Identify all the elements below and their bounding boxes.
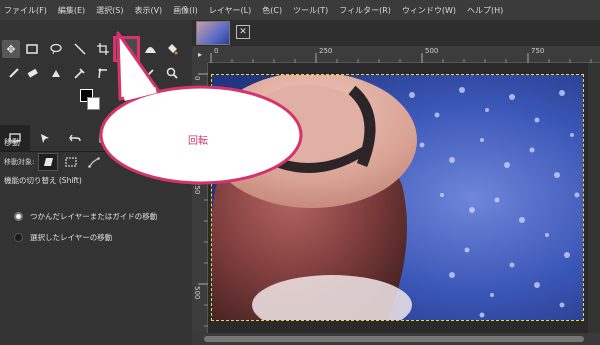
image-thumbnail[interactable] [196,21,230,45]
menu-tools[interactable]: ツール(T) [293,5,328,16]
menu-select[interactable]: 選択(S) [96,5,123,16]
radio-on-indicator[interactable] [14,211,23,221]
rect-select-icon[interactable] [23,40,41,58]
lasso-icon[interactable] [47,40,65,58]
horizontal-scrollbar[interactable] [192,333,600,345]
vertical-scrollbar[interactable] [588,63,600,333]
ruler-left[interactable]: 0 250 500 [192,63,208,333]
menu-filters[interactable]: フィルター(R) [339,5,391,16]
ruler-top-label-750: 750 [531,47,545,55]
callout-label: 回転 [188,136,208,147]
menu-image[interactable]: 画像(I) [173,5,198,16]
radio-active-layer[interactable]: 選択したレイヤーの移動 [14,230,112,244]
clone-icon[interactable] [47,64,65,82]
paint-icon[interactable] [5,64,23,82]
close-icon[interactable]: ✕ [236,25,250,39]
ruler-top-label-0: 0 [214,47,219,55]
images-tab[interactable] [90,125,120,151]
scrollbar-thumb[interactable] [204,336,584,342]
eraser-icon[interactable] [23,64,41,82]
tool-options-title: 移動 [4,138,20,147]
color-swatches[interactable] [80,89,104,113]
fuzzy-select-icon[interactable] [71,40,89,58]
ruler-top-label-250: 250 [319,47,333,55]
text-icon[interactable]: A [116,64,134,82]
ruler-top[interactable]: 0 250 500 750 [208,46,600,63]
bucket-fill-icon[interactable] [163,40,181,58]
move-target-row: 移動対象: [4,152,107,172]
device-status-tab[interactable] [30,125,60,151]
ruler-corner-icon[interactable]: ▸ [192,46,208,63]
move-path-toggle[interactable] [84,153,104,171]
menu-view[interactable]: 表示(V) [134,5,162,16]
ruler-left-label-250: 250 [193,181,201,195]
menu-edit[interactable]: 編集(E) [58,5,85,16]
radio-off-indicator[interactable] [14,232,23,242]
gimp-window: ファイル(F) 編集(E) 選択(S) 表示(V) 画像(I) レイヤー(L) … [0,0,600,345]
move-selection-toggle[interactable] [61,153,81,171]
menu-layer[interactable]: レイヤー(L) [209,5,251,16]
move-icon[interactable]: ✥ [2,40,20,58]
image-tabs: ✕ [192,20,600,46]
move-target-label: 移動対象: [4,158,35,166]
background-color-swatch[interactable] [87,97,100,110]
move-layer-toggle[interactable] [38,153,59,171]
color-picker-icon[interactable] [141,64,159,82]
unified-transform-icon[interactable] [113,36,140,62]
menu-bar: ファイル(F) 編集(E) 選択(S) 表示(V) 画像(I) レイヤー(L) … [0,0,600,20]
heal-icon[interactable] [71,64,89,82]
crop-icon[interactable] [94,40,112,58]
radio-active-layer-label: 選択したレイヤーの移動 [30,232,113,242]
path-icon[interactable] [94,64,112,82]
menu-help[interactable]: ヘルプ(H) [467,5,503,16]
dock-tabs [0,125,192,151]
tool-toggle-title: 機能の切り替え (Shift) [4,176,82,185]
radio-pick-layer-label: つかんだレイヤーまたはガイドの移動 [30,211,158,221]
ruler-left-label-0: 0 [193,76,201,81]
menu-colors[interactable]: 色(C) [262,5,282,16]
radio-pick-layer[interactable]: つかんだレイヤーまたはガイドの移動 [14,209,157,223]
image-canvas[interactable] [211,74,584,321]
zoom-icon[interactable] [163,64,181,82]
ruler-top-label-500: 500 [425,47,439,55]
menu-windows[interactable]: ウィンドウ(W) [402,5,456,16]
menu-file[interactable]: ファイル(F) [4,5,47,16]
warp-icon[interactable] [141,40,159,58]
ruler-left-label-500: 500 [193,286,201,300]
undo-history-tab[interactable] [60,125,90,151]
